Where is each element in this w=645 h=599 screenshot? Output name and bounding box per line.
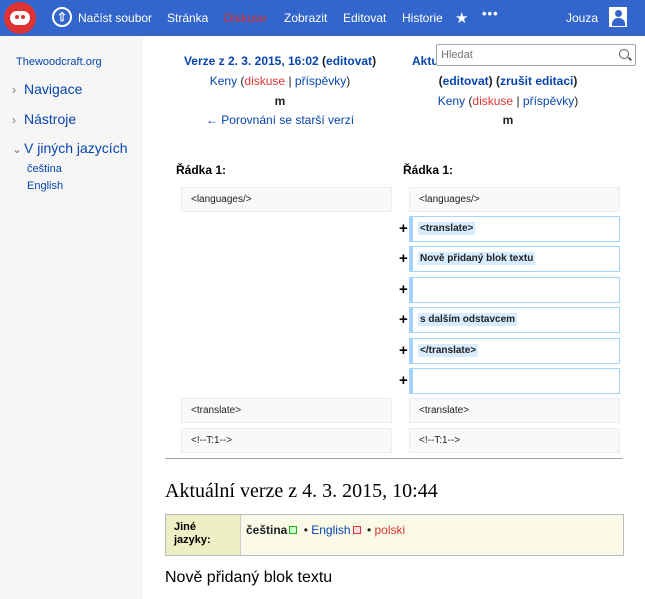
diff-context-line: <!--T:1-->	[409, 428, 620, 453]
diff-right-revision-link[interactable]: Aktu	[412, 54, 439, 68]
diff-left-contribs-link[interactable]: příspěvky	[295, 74, 346, 88]
diff-right-edit-row: (editovat) (zrušit editaci)	[438, 74, 578, 88]
diff-left-user-row: Keny (diskuse | příspěvky)	[209, 74, 351, 88]
diff-add-marker: +	[399, 311, 408, 328]
diff-left-line-label: Řádka 1:	[176, 163, 227, 177]
user-name-link[interactable]: Jouza	[566, 11, 598, 25]
upload-file-link[interactable]: Načíst soubor	[78, 11, 152, 25]
sidebar-languages-label: V jiných jazycích	[24, 140, 128, 156]
languages-list: čeština • English • polski	[246, 523, 405, 537]
diff-left-user-link[interactable]: Keny	[210, 74, 237, 88]
diff-left-minor-flag: m	[274, 94, 286, 108]
diff-added-line	[409, 368, 620, 394]
tab-history[interactable]: Historie	[402, 11, 443, 25]
page-heading: Aktuální verze z 4. 3. 2015, 10:44	[165, 480, 438, 502]
lang-separator: •	[366, 523, 372, 537]
sidebar-tools-label: Nástroje	[24, 111, 77, 127]
lang-separator: •	[303, 523, 308, 537]
lang-link-pl[interactable]: polski	[375, 523, 406, 537]
upload-icon[interactable]: ⇧	[52, 7, 72, 27]
diff-added-line: s dalším odstavcem	[409, 307, 620, 333]
diff-left-title-row: Verze z 2. 3. 2015, 16:02 (editovat)	[183, 54, 377, 68]
sidebar-navigation-label: Navigace	[24, 81, 83, 97]
diff-right-edit-link[interactable]: editovat	[443, 74, 489, 88]
diff-older-link-label: ← Porovnání se starší verzí	[205, 113, 355, 127]
diff-right-talk-link[interactable]: diskuse	[472, 94, 513, 108]
diff-added-line: </translate>	[409, 338, 620, 364]
diff-added-text: Nově přidaný blok textu	[418, 252, 536, 265]
search-box[interactable]	[436, 44, 636, 66]
diff-add-marker: +	[399, 281, 408, 298]
diff-left-edit-link[interactable]: editovat	[326, 54, 372, 68]
languages-label-line1: Jiné	[174, 521, 197, 533]
sidebar-languages[interactable]: ⌄ V jiných jazycích	[12, 140, 127, 156]
diff-right-minor-flag: m	[502, 113, 514, 127]
diff-added-text: </translate>	[418, 344, 479, 357]
diff-add-marker: +	[399, 250, 408, 267]
search-icon[interactable]	[619, 49, 629, 59]
incomplete-icon	[352, 526, 361, 535]
sidebar-lang-cs[interactable]: čeština	[27, 163, 62, 175]
diff-context-line: <translate>	[409, 398, 620, 423]
complete-icon	[289, 526, 298, 535]
diff-add-marker: +	[399, 372, 408, 389]
search-input[interactable]	[437, 45, 617, 65]
diff-context-line: <languages/>	[409, 187, 620, 212]
diff-added-text: <translate>	[418, 222, 476, 235]
chevron-right-icon: ›	[12, 113, 16, 127]
tab-page[interactable]: Stránka	[167, 11, 208, 25]
diff-right-line-label: Řádka 1:	[403, 163, 454, 177]
divider	[165, 458, 623, 459]
diff-right-undo-link[interactable]: zrušit editaci	[500, 74, 573, 88]
diff-context-line: <languages/>	[181, 187, 392, 212]
diff-right-user-row: Keny (diskuse | příspěvky)	[437, 94, 579, 108]
tab-edit[interactable]: Editovat	[343, 11, 386, 25]
chevron-down-icon: ⌄	[12, 142, 23, 156]
sidebar-tools[interactable]: › Nástroje	[12, 111, 76, 127]
diff-older-link[interactable]: ← Porovnání se starší verzí	[168, 113, 392, 127]
tab-view[interactable]: Zobrazit	[284, 11, 327, 25]
diff-left-revision-link[interactable]: Verze z 2. 3. 2015, 16:02	[184, 54, 319, 68]
chevron-right-icon: ›	[12, 83, 16, 97]
lang-current-cs: čeština	[246, 523, 288, 537]
diff-left-talk-link[interactable]: diskuse	[244, 74, 285, 88]
wiki-logo[interactable]	[4, 2, 36, 34]
diff-add-marker: +	[399, 342, 408, 359]
languages-box: Jiné jazyky: čeština • English • polski	[165, 514, 624, 556]
diff-right-user-link[interactable]: Keny	[438, 94, 465, 108]
star-icon[interactable]: ★	[455, 9, 468, 27]
diff-added-line	[409, 277, 620, 303]
diff-context-line: <!--T:1-->	[181, 428, 392, 453]
diff-context-line: <translate>	[181, 398, 392, 423]
sidebar-navigation[interactable]: › Navigace	[12, 81, 82, 97]
languages-box-label: Jiné jazyky:	[166, 515, 241, 555]
diff-added-text: s dalším odstavcem	[418, 313, 518, 326]
user-avatar-icon[interactable]	[609, 7, 627, 27]
languages-label-line2: jazyky:	[174, 534, 211, 546]
diff-add-marker: +	[399, 220, 408, 237]
diff-added-line: <translate>	[409, 216, 620, 242]
more-icon[interactable]: •••	[482, 6, 499, 21]
sidebar-site-link[interactable]: Thewoodcraft.org	[16, 56, 102, 68]
tab-discussion[interactable]: Diskuse	[224, 11, 267, 25]
sidebar-lang-en[interactable]: English	[27, 180, 63, 192]
content-paragraph: Nově přidaný blok textu	[165, 569, 333, 586]
lang-link-en[interactable]: English	[311, 523, 350, 537]
diff-right-contribs-link[interactable]: příspěvky	[523, 94, 574, 108]
diff-added-line: Nově přidaný blok textu	[409, 246, 620, 272]
